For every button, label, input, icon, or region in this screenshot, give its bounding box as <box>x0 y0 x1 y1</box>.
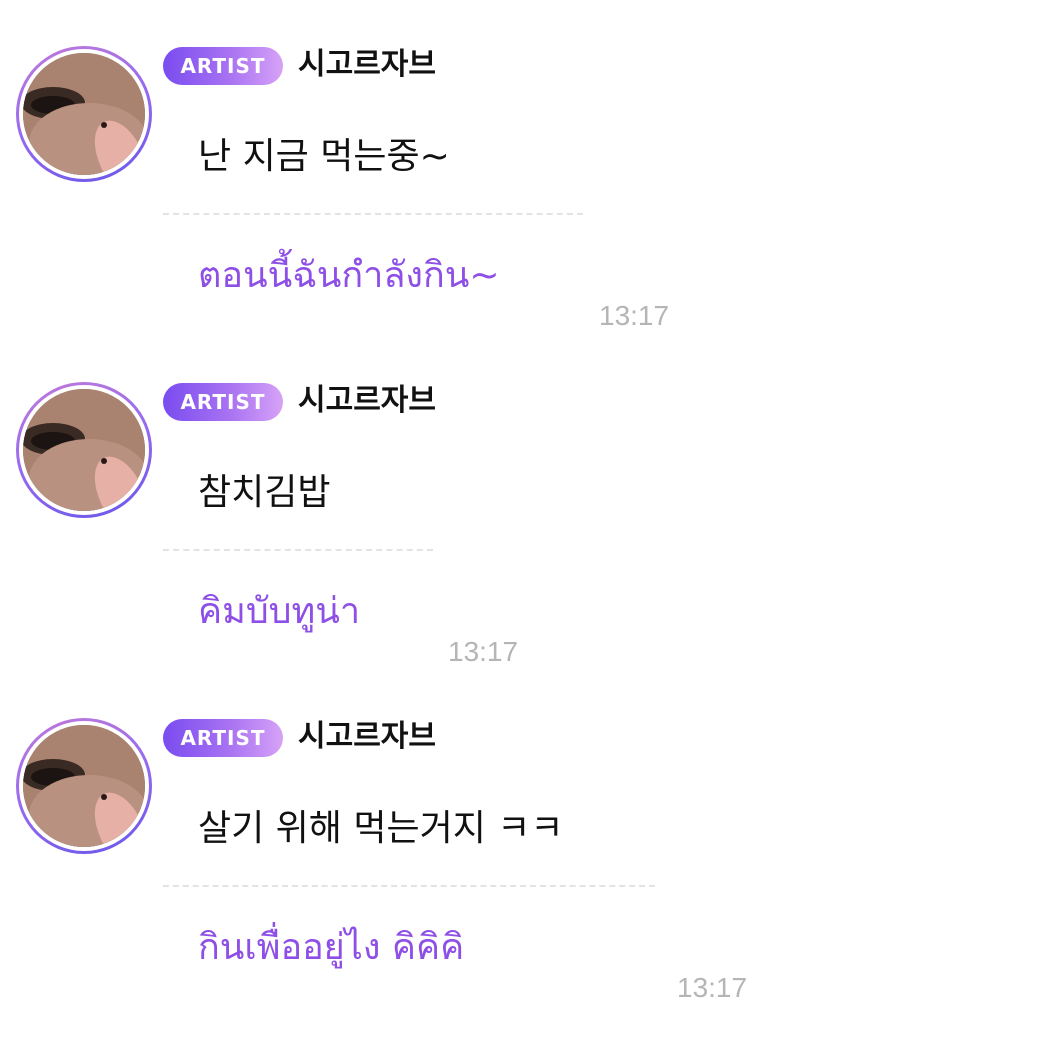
chat-message: ARTIST 시고르자브 참치김밥 คิมบับทูน่า 13:17 <box>0 336 1037 671</box>
artist-badge: ARTIST <box>163 719 283 757</box>
avatar-photo <box>23 53 145 175</box>
translation-text: คิมบับทูน่า <box>198 591 361 632</box>
message-text: 난 지금 먹는중~ <box>198 136 450 177</box>
translation-divider <box>163 549 433 551</box>
message-text: 살기 위해 먹는거지 ㅋㅋ <box>198 808 564 849</box>
translation-divider <box>163 213 583 215</box>
chat-message: ARTIST 시고르자브 난 지금 먹는중~ ตอนนี้ฉันกำลังกิน… <box>0 0 1037 335</box>
timestamp: 13:17 <box>448 636 519 667</box>
timestamp: 13:17 <box>677 972 748 1003</box>
translation-text: ตอนนี้ฉันกำลังกิน~ <box>198 255 500 296</box>
timestamp: 13:17 <box>599 300 670 331</box>
artist-badge: ARTIST <box>163 47 283 85</box>
translation-divider <box>163 885 655 887</box>
author-name: 시고르자브 <box>298 47 436 82</box>
avatar-photo <box>23 389 145 511</box>
artist-badge: ARTIST <box>163 383 283 421</box>
avatar[interactable] <box>16 382 152 518</box>
author-name: 시고르자브 <box>298 719 436 754</box>
message-text: 참치김밥 <box>198 472 331 513</box>
chat-message: ARTIST 시고르자브 살기 위해 먹는거지 ㅋㅋ กินเพื่ออยู่ไ… <box>0 672 1037 1007</box>
author-name: 시고르자브 <box>298 383 436 418</box>
avatar[interactable] <box>16 718 152 854</box>
avatar-photo <box>23 725 145 847</box>
avatar[interactable] <box>16 46 152 182</box>
translation-text: กินเพื่ออยู่ไง คิคิคิ <box>198 927 465 968</box>
